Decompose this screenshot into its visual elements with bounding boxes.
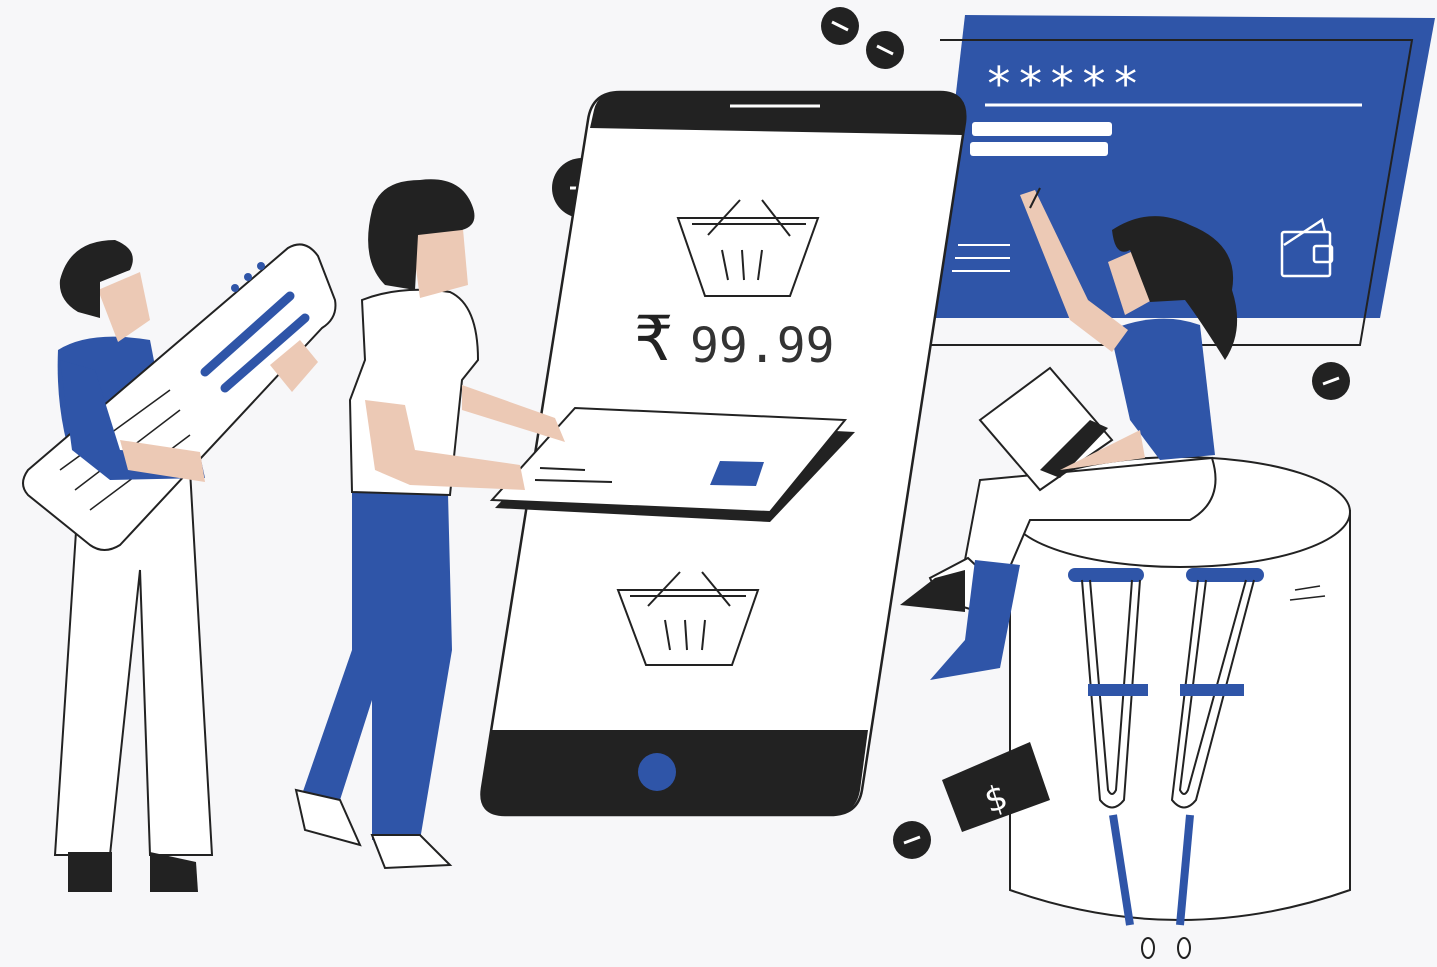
minus-badge-icon (821, 7, 859, 45)
home-button-icon (638, 753, 676, 791)
minus-badge-icon (1312, 362, 1350, 400)
minus-badge-icon (893, 821, 931, 859)
price-currency: ₹ (634, 302, 673, 375)
card-masked-pin: ***** (985, 57, 1143, 111)
person-left (22, 240, 337, 892)
online-payment-illustration: ***** ₹ 99.99 $ (22, 7, 1435, 959)
minus-badge-icon (866, 31, 904, 69)
price-amount: 99.99 (690, 318, 835, 374)
